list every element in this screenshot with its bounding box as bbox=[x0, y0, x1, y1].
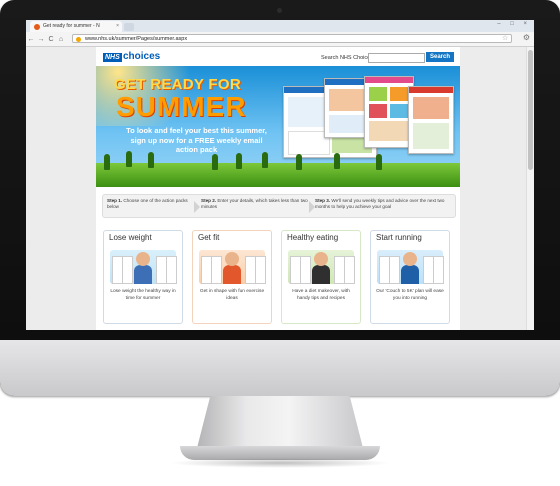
hero-title-line2: SUMMER bbox=[116, 91, 247, 122]
address-bar[interactable]: www.nhs.uk/summer/Pages/summer.aspx bbox=[72, 34, 512, 43]
window-controls[interactable]: – □ × bbox=[497, 21, 531, 27]
new-tab-button[interactable] bbox=[124, 23, 134, 31]
email-preview-third bbox=[364, 76, 414, 148]
card-image bbox=[199, 250, 266, 284]
favicon-icon bbox=[34, 23, 40, 30]
home-button[interactable]: ⌂ bbox=[56, 36, 66, 43]
forward-button[interactable]: → bbox=[36, 36, 46, 43]
step-2: Step 2. Enter your details, which takes … bbox=[201, 198, 308, 209]
runner-silhouette bbox=[126, 151, 132, 167]
card-description: Get in shape with fun exercise ideas bbox=[199, 289, 265, 301]
site-info-icon bbox=[76, 37, 81, 42]
runner-silhouette bbox=[262, 152, 268, 168]
runner-silhouette bbox=[376, 154, 382, 170]
card-image bbox=[110, 250, 177, 284]
card-get-fit[interactable]: Get fit Get in shape with fun exercise i… bbox=[192, 230, 272, 324]
monitor-chin bbox=[0, 340, 560, 396]
card-lose-weight[interactable]: Lose weight Lose weight the healthy way … bbox=[103, 230, 183, 324]
tab-bar: Get ready for summer - N × – □ × bbox=[26, 20, 534, 32]
url-text: www.nhs.uk/summer/Pages/summer.aspx bbox=[85, 36, 188, 42]
vertical-scrollbar[interactable] bbox=[526, 47, 534, 330]
nhs-logo[interactable]: NHS bbox=[103, 53, 122, 62]
hero-subtitle: To look and feel your best this summer, … bbox=[126, 126, 267, 154]
card-title: Healthy eating bbox=[287, 233, 339, 242]
bookmark-star-icon[interactable]: ☆ bbox=[502, 34, 508, 42]
settings-wrench-icon[interactable]: ⚙ bbox=[523, 33, 530, 42]
card-start-running[interactable]: Start running Our 'Couch to 5K' plan wil… bbox=[370, 230, 450, 324]
card-image bbox=[377, 250, 444, 284]
stand-shadow bbox=[170, 458, 390, 468]
monitor-stand bbox=[197, 396, 363, 448]
card-title: Lose weight bbox=[109, 233, 152, 242]
hero-banner[interactable]: GET READY FOR SUMMER To look and feel yo… bbox=[96, 66, 460, 187]
search-button[interactable]: Search bbox=[426, 52, 454, 62]
browser-tab[interactable]: Get ready for summer - N × bbox=[30, 21, 122, 32]
back-button[interactable]: ← bbox=[26, 36, 36, 43]
reload-button[interactable]: C bbox=[46, 36, 56, 43]
card-image bbox=[288, 250, 355, 284]
monitor-bezel: Get ready for summer - N × – □ × ← → C ⌂… bbox=[0, 0, 560, 396]
tab-close-icon[interactable]: × bbox=[116, 21, 119, 32]
card-description: Have a diet makeover, with handy tips an… bbox=[292, 289, 350, 301]
step-3: Step 3. We'll send you weekly tips and a… bbox=[315, 198, 445, 209]
scrollbar-thumb[interactable] bbox=[528, 50, 533, 170]
card-title: Get fit bbox=[198, 233, 220, 242]
runner-silhouette bbox=[104, 154, 110, 170]
nhs-header: NHS choices Search NHS Choices: Search bbox=[96, 47, 460, 66]
runner-silhouette bbox=[212, 154, 218, 170]
card-title: Start running bbox=[376, 233, 422, 242]
step-arrow-icon bbox=[194, 201, 200, 213]
runner-silhouette bbox=[296, 154, 302, 170]
page-viewport: NHS choices Search NHS Choices: Search G… bbox=[26, 47, 534, 330]
screen: Get ready for summer - N × – □ × ← → C ⌂… bbox=[26, 20, 534, 330]
tab-title: Get ready for summer - N bbox=[43, 23, 100, 29]
steps-bar: Step 1. Choose one of the action packs b… bbox=[102, 194, 456, 218]
choices-logo[interactable]: choices bbox=[123, 51, 160, 62]
card-description: Lose weight the healthy way in time for … bbox=[110, 289, 176, 301]
card-healthy-eating[interactable]: Healthy eating Have a diet makeover, wit… bbox=[281, 230, 361, 324]
navigation-bar: ← → C ⌂ www.nhs.uk/summer/Pages/summer.a… bbox=[26, 32, 534, 47]
runner-silhouette bbox=[334, 153, 340, 169]
runner-silhouette bbox=[148, 152, 154, 168]
email-preview-fourth bbox=[408, 86, 454, 154]
search-label: Search NHS Choices: bbox=[321, 55, 375, 61]
runner-silhouette bbox=[236, 153, 242, 169]
card-description: Our 'Couch to 5K' plan will ease you int… bbox=[376, 289, 444, 301]
webcam-icon bbox=[277, 8, 282, 13]
search-input[interactable] bbox=[368, 53, 425, 63]
step-1: Step 1. Choose one of the action packs b… bbox=[107, 198, 188, 209]
nhs-page: NHS choices Search NHS Choices: Search G… bbox=[96, 47, 460, 330]
